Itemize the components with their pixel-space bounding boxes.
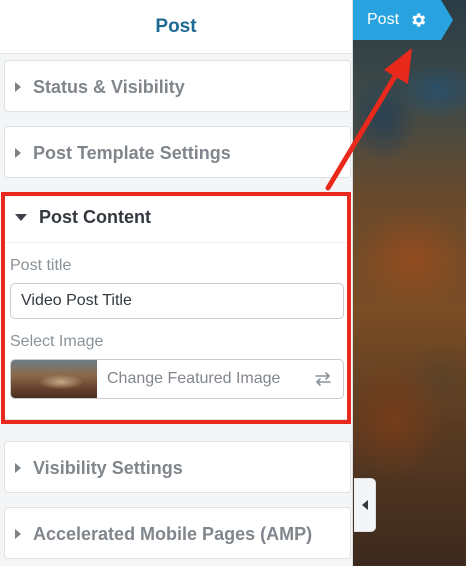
section-header[interactable]: Status & Visibility	[5, 61, 350, 113]
post-title-label: Post title	[10, 257, 72, 274]
featured-image-thumbnail	[11, 360, 97, 398]
caret-right-icon	[15, 463, 21, 473]
select-image-label: Select Image	[10, 333, 104, 350]
featured-image-picker[interactable]: Change Featured Image	[10, 359, 344, 399]
annotation-arrow	[325, 48, 412, 191]
section-label: Accelerated Mobile Pages (AMP)	[33, 523, 313, 544]
caret-right-icon	[15, 148, 21, 158]
post-title-input[interactable]: Video Post Title	[10, 283, 344, 319]
section-header[interactable]: Accelerated Mobile Pages (AMP)	[5, 508, 350, 560]
gear-icon	[412, 13, 426, 27]
swap-icon[interactable]	[313, 371, 333, 387]
change-featured-image-button[interactable]: Change Featured Image	[97, 370, 313, 388]
caret-left-icon	[361, 500, 368, 510]
caret-down-icon	[15, 214, 27, 221]
section-amp[interactable]: Accelerated Mobile Pages (AMP)	[4, 507, 351, 559]
section-post-template-settings[interactable]: Post Template Settings	[4, 126, 351, 178]
section-label: Status & Visibility	[33, 76, 185, 97]
section-header[interactable]: Post Content	[5, 193, 350, 243]
post-tab-label: Post	[367, 11, 400, 28]
post-settings-tab[interactable]: Post	[353, 0, 453, 40]
section-post-content: Post Content Post title Video Post Title…	[4, 192, 351, 420]
section-label: Post Template Settings	[33, 142, 231, 163]
collapse-panel-handle[interactable]	[354, 478, 376, 532]
section-header[interactable]: Visibility Settings	[5, 442, 350, 494]
section-status-visibility[interactable]: Status & Visibility	[4, 60, 351, 112]
section-visibility-settings[interactable]: Visibility Settings	[4, 441, 351, 493]
section-header[interactable]: Post Template Settings	[5, 127, 350, 179]
caret-right-icon	[15, 529, 21, 539]
caret-right-icon	[15, 82, 21, 92]
panel-title: Post	[155, 15, 197, 37]
section-label: Visibility Settings	[33, 457, 183, 478]
section-label: Post Content	[39, 207, 151, 227]
